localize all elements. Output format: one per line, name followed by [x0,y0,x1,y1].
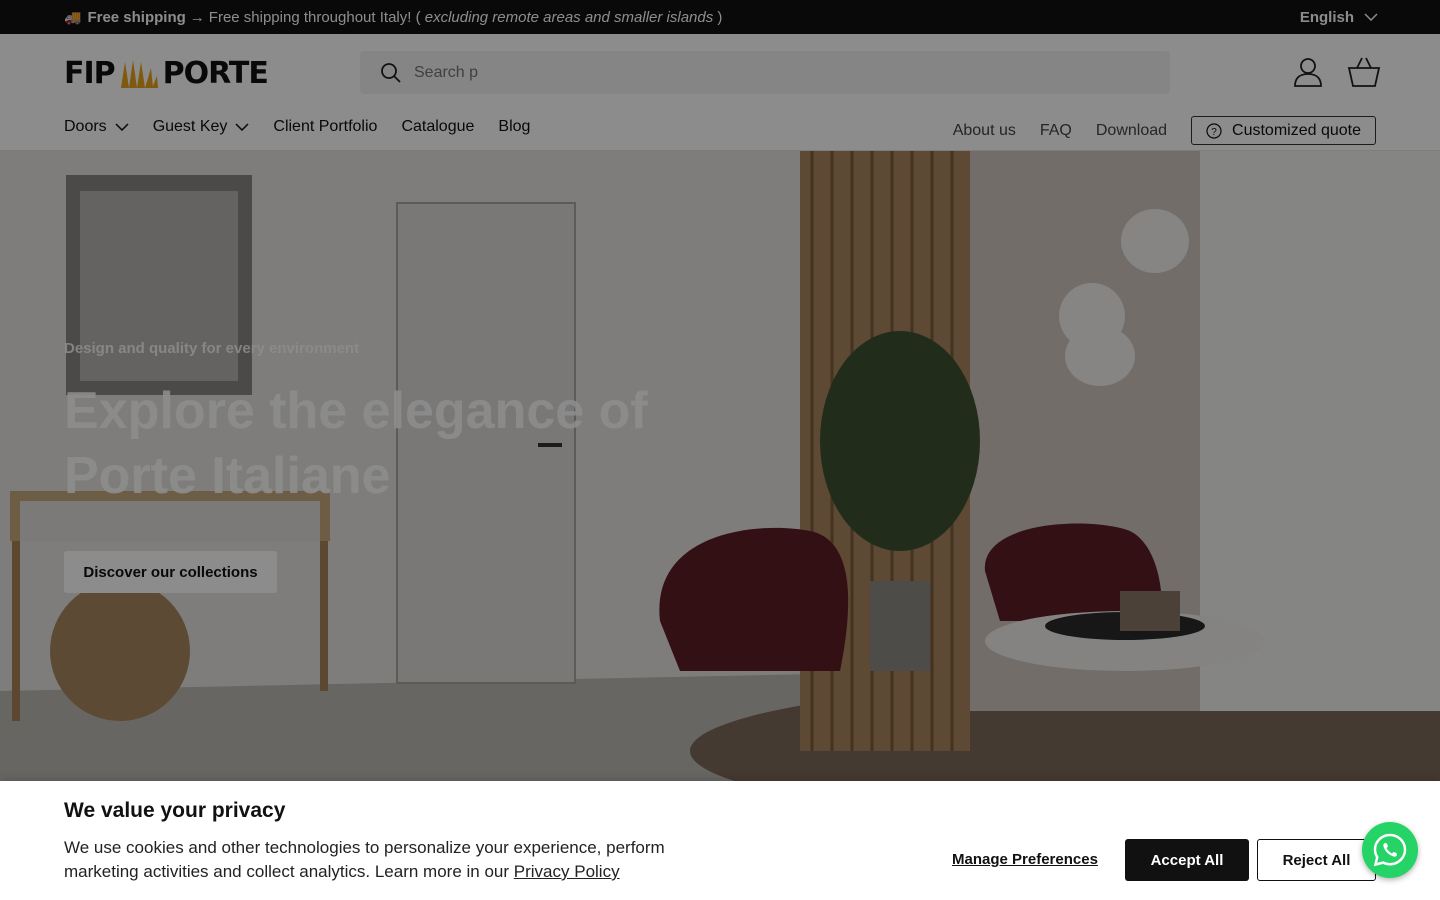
cookie-text: We use cookies and other technologies to… [64,836,684,884]
accept-all-button[interactable]: Accept All [1125,839,1249,881]
privacy-policy-link[interactable]: Privacy Policy [514,862,620,881]
cookie-title: We value your privacy [64,799,286,822]
reject-all-button[interactable]: Reject All [1257,839,1376,881]
cookie-banner: We value your privacy We use cookies and… [0,781,1440,900]
manage-preferences-link[interactable]: Manage Preferences [952,851,1098,868]
whatsapp-button[interactable] [1362,822,1418,878]
whatsapp-icon [1373,833,1407,867]
modal-backdrop[interactable] [0,0,1440,781]
